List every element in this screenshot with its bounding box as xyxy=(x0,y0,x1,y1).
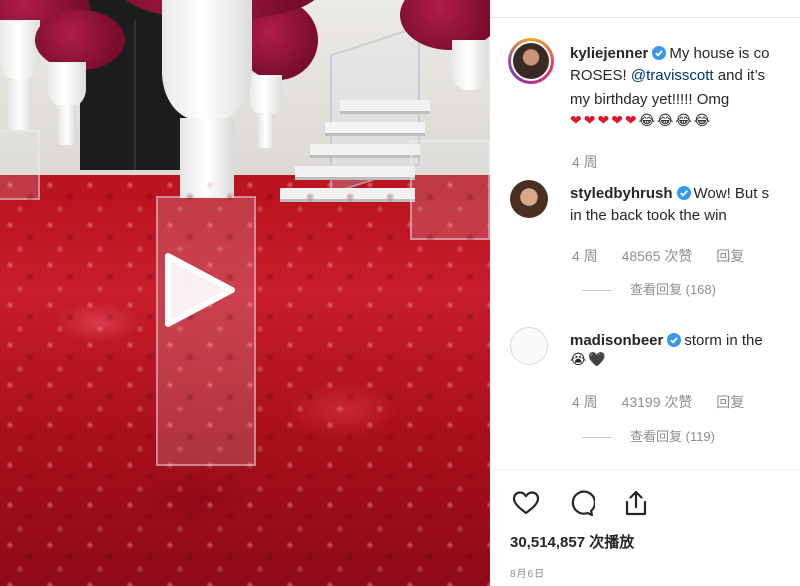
kyliejenner-avatar[interactable] xyxy=(508,38,554,84)
caption-username[interactable]: kyliejenner xyxy=(570,45,648,62)
verified-badge-icon xyxy=(676,186,691,200)
styledbyhrush-avatar[interactable] xyxy=(510,180,548,218)
madisonbeer-avatar[interactable] xyxy=(510,327,548,365)
comment-icon[interactable] xyxy=(567,489,596,517)
comment-2-line-1: madisonbeer storm in the xyxy=(570,331,763,350)
comment-1-reply-button[interactable]: 回复 xyxy=(716,248,744,264)
comment-2-view-replies-label[interactable]: 查看回复 (119) xyxy=(630,429,715,444)
comment-1-meta: 4 周 48565 次赞 回复 xyxy=(572,246,764,266)
comment-1-view-replies-label[interactable]: 查看回复 (168) xyxy=(630,282,716,297)
comment-2-emoji: 😭🖤 xyxy=(570,352,608,368)
view-count[interactable]: 30,514,857 次播放 xyxy=(510,531,634,552)
post-date[interactable]: 8月6日 xyxy=(510,565,545,580)
post-sidebar: kyliejenner My house is co ROSES! @travis… xyxy=(490,0,800,586)
comment-2-text: storm in the xyxy=(684,332,763,349)
play-icon xyxy=(165,253,235,327)
comment-1-username[interactable]: styledbyhrush xyxy=(570,185,673,202)
verified-badge-icon xyxy=(667,333,682,347)
caption-text-2: ROSES! xyxy=(570,67,631,84)
mention-link[interactable]: @travisscott xyxy=(631,67,714,84)
comment-1-text: Wow! But s xyxy=(693,185,770,202)
share-icon[interactable] xyxy=(622,489,650,517)
replies-divider xyxy=(582,290,612,292)
comment-2-time[interactable]: 4 周 xyxy=(572,394,598,410)
caption-laughing-emojis: 😂😂😂😂 xyxy=(638,113,713,129)
comment-1-likes[interactable]: 48565 次赞 xyxy=(622,248,693,264)
caption-timestamp[interactable]: 4 周 xyxy=(572,152,598,172)
white-urn xyxy=(0,20,40,80)
comment-1-view-replies[interactable]: 查看回复 (168) xyxy=(582,279,716,298)
caption-line-3: my birthday yet!!!!! Omg xyxy=(570,91,730,108)
play-button[interactable] xyxy=(158,250,238,330)
caption-line-2: ROSES! @travisscott and it’s xyxy=(570,66,765,85)
comment-1-line-2: in the back took the win xyxy=(570,207,727,224)
comment-2-meta: 4 周 43199 次赞 回复 xyxy=(572,392,764,412)
caption-line-1: kyliejenner My house is co xyxy=(570,44,769,63)
caption-emoji-line: ❤❤❤❤❤😂😂😂😂 xyxy=(570,112,712,131)
caption-text-1: My house is co xyxy=(669,45,770,62)
center-urn xyxy=(162,0,252,120)
comment-2-likes[interactable]: 43199 次赞 xyxy=(622,394,693,410)
caption-hearts: ❤❤❤❤❤ xyxy=(570,113,639,129)
post-actions-bar: 30,514,857 次播放 8月6日 xyxy=(490,470,800,586)
heart-icon[interactable] xyxy=(512,489,540,517)
replies-divider xyxy=(582,437,612,439)
post-video[interactable] xyxy=(0,0,490,586)
caption-text-2b: and it’s xyxy=(713,67,766,84)
verified-badge-icon xyxy=(652,46,667,60)
comment-2-username[interactable]: madisonbeer xyxy=(570,332,663,349)
comment-2-view-replies[interactable]: 查看回复 (119) xyxy=(582,426,715,445)
comment-2-reply-button[interactable]: 回复 xyxy=(716,394,744,410)
comment-1-time[interactable]: 4 周 xyxy=(572,248,598,264)
rose-petals-floor xyxy=(0,175,490,586)
header-divider xyxy=(490,0,800,18)
comment-1-line-1: styledbyhrush Wow! But s xyxy=(570,184,769,203)
